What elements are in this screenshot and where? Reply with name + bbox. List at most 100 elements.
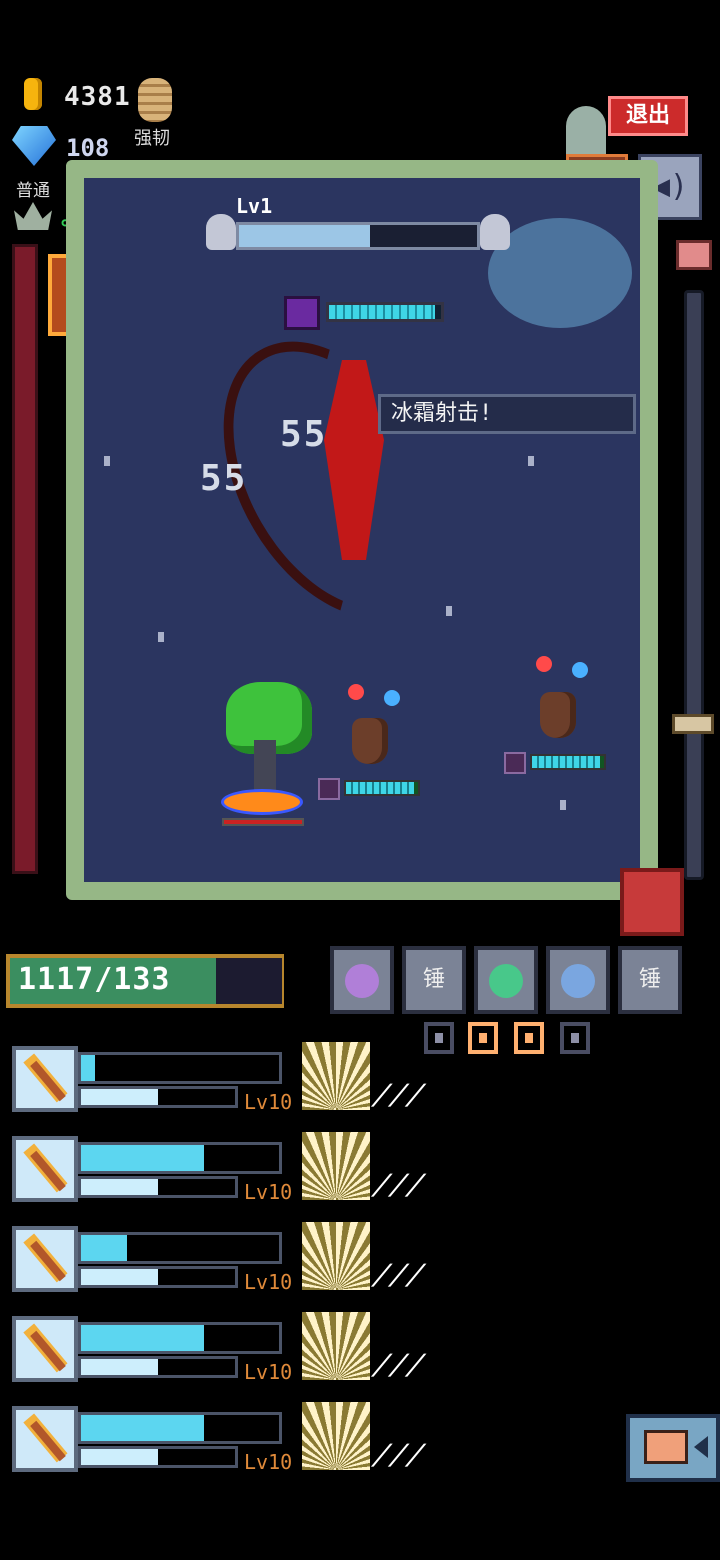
player-hp-panel: 1117/133 [6, 954, 284, 1008]
floor-speck [446, 606, 452, 616]
vase-enemy[interactable] [540, 692, 576, 738]
player-field-hp-bar [222, 818, 304, 826]
vertical-slider-track[interactable] [684, 290, 704, 880]
page-dot-active[interactable] [468, 1022, 498, 1054]
mini-chest-icon[interactable] [676, 240, 712, 270]
weapon-progress-fill [81, 1089, 158, 1105]
burst-effect-icon [302, 1042, 370, 1110]
fire-ring-effect [224, 792, 300, 812]
weapon-row[interactable]: Lv10 /// [12, 1042, 431, 1116]
burst-effect-icon [302, 1402, 370, 1470]
stage-progress-fill [239, 225, 370, 247]
weapon-charge-fill [81, 1145, 204, 1171]
boss-hp-bar [326, 302, 444, 322]
blue-flower-icon [572, 662, 588, 678]
weapon-slot-5[interactable]: 锤 [618, 946, 682, 1014]
gold-coin-icon [24, 78, 42, 110]
claw-slash-icon: /// [367, 1348, 431, 1381]
boss-hp-fill [329, 305, 436, 319]
weapon-row[interactable]: Lv10 /// [12, 1312, 431, 1386]
blue-flower-icon [384, 690, 400, 706]
floor-speck [158, 632, 164, 642]
damage-number: 55 [280, 414, 328, 455]
claw-slash-icon: /// [367, 1438, 431, 1471]
weapon-level: Lv10 [244, 1270, 293, 1294]
weapon-charge-bar [78, 1142, 282, 1174]
weapon-progress-fill [81, 1269, 158, 1285]
skill-banner: 冰霜射击! [378, 394, 636, 434]
weapon-row[interactable]: Lv10 /// [12, 1402, 431, 1476]
mace-icon [489, 964, 523, 998]
exit-button[interactable]: 退出 [608, 96, 688, 136]
weapon-charge-fill [81, 1055, 95, 1081]
weapon-level: Lv10 [244, 1180, 293, 1204]
weapon-slot-3[interactable] [474, 946, 538, 1014]
weapon-progress-fill [81, 1359, 158, 1375]
claw-slash-icon: /// [367, 1078, 431, 1111]
floor-speck [560, 800, 566, 810]
player-hp-empty [216, 958, 282, 1004]
material-label: 强韧 [134, 128, 170, 149]
cocoon-icon [138, 78, 172, 122]
staff-weapon-icon[interactable] [12, 1136, 78, 1202]
weapon-charge-fill [81, 1415, 204, 1441]
red-flower-icon [536, 656, 552, 672]
claw-slash-icon: /// [367, 1168, 431, 1201]
staff-weapon-icon[interactable] [12, 1226, 78, 1292]
weapon-slot-2[interactable]: 锤 [402, 946, 466, 1014]
treasure-chest-button[interactable] [626, 1414, 720, 1482]
weapon-charge-bar [78, 1052, 282, 1084]
tree-trunk [254, 740, 276, 796]
player-hp-text: 1117/133 [18, 962, 171, 997]
weapon-level: Lv10 [244, 1090, 293, 1114]
weapon-level: Lv10 [244, 1450, 293, 1474]
boss-portrait-icon [284, 296, 320, 330]
staff-weapon-icon[interactable] [12, 1046, 78, 1112]
weapon-charge-bar [78, 1412, 282, 1444]
weapon-progress-bar [78, 1356, 238, 1378]
page-dot[interactable] [424, 1022, 454, 1054]
weapon-row[interactable]: Lv10 /// [12, 1222, 431, 1296]
vase-portrait-icon [504, 752, 526, 774]
weapon-slot-1[interactable] [330, 946, 394, 1014]
weapon-progress-bar [78, 1446, 238, 1468]
stage-level-label: Lv1 [236, 194, 273, 218]
crown-icon[interactable] [14, 202, 52, 230]
weapon-progress-bar [78, 1176, 238, 1198]
vase-hp-bar [530, 754, 606, 770]
vase-hp-bar [344, 780, 420, 796]
page-dot-active[interactable] [514, 1022, 544, 1054]
weapon-progress-fill [81, 1179, 158, 1195]
weapon-charge-fill [81, 1235, 127, 1261]
floor-speck [528, 456, 534, 466]
weapon-progress-fill [81, 1449, 158, 1465]
weapon-slot-4[interactable] [546, 946, 610, 1014]
weapon-progress-bar [78, 1086, 238, 1108]
vase-enemy[interactable] [352, 718, 388, 764]
weapon-level: Lv10 [244, 1360, 293, 1384]
diamond-icon [12, 126, 56, 166]
red-action-button[interactable] [620, 868, 684, 936]
page-dot[interactable] [560, 1022, 590, 1054]
vase-hp-fill [532, 756, 601, 768]
gold-count: 4381 [64, 82, 131, 112]
claw-slash-icon: /// [367, 1258, 431, 1291]
weapon-row[interactable]: Lv10 /// [12, 1132, 431, 1206]
red-flower-icon [348, 684, 364, 700]
weapon-progress-bar [78, 1266, 238, 1288]
weapon-charge-bar [78, 1322, 282, 1354]
vertical-slider-thumb[interactable] [672, 714, 714, 734]
floor-speck [104, 456, 110, 466]
gem-count: 108 [66, 134, 110, 162]
burst-effect-icon [302, 1132, 370, 1200]
stage-progress-bar [236, 222, 480, 250]
staff-weapon-icon[interactable] [12, 1406, 78, 1472]
difficulty-label: 普通 [16, 181, 50, 201]
burst-effect-icon [302, 1222, 370, 1290]
staff-weapon-icon[interactable] [12, 1316, 78, 1382]
mace-icon [561, 964, 595, 998]
skull-icon [480, 214, 510, 250]
weapon-charge-fill [81, 1325, 204, 1351]
vase-hp-fill [346, 782, 415, 794]
vase-portrait-icon [318, 778, 340, 800]
